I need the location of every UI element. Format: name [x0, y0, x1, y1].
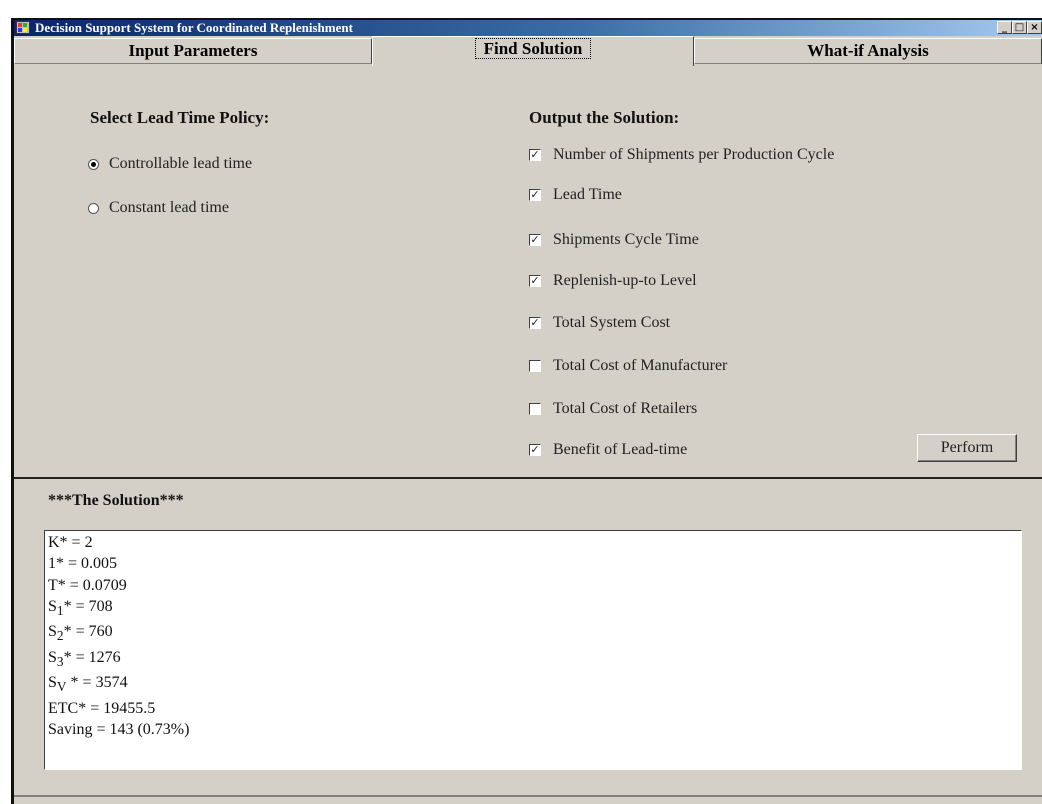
checkbox-checked-icon: [529, 189, 541, 201]
solution-text: 1* = 0.005: [48, 555, 118, 573]
checkbox-total-cost-retailers[interactable]: Total Cost of Retailers: [529, 400, 697, 418]
solution-text: * = 1276: [63, 648, 121, 666]
tab-label: Input Parameters: [128, 41, 258, 60]
app-icon: [16, 21, 30, 34]
tab-find-solution[interactable]: Find Solution: [372, 36, 694, 66]
title-bar: Decision Support System for Coordinated …: [14, 20, 1042, 36]
solution-text: Saving = 143 (0.73%): [48, 721, 190, 739]
radio-controllable-lead-time[interactable]: Controllable lead time: [88, 155, 252, 173]
solution-line-l: 1* = 0.005: [48, 553, 1018, 574]
checkbox-checked-icon: [529, 275, 541, 287]
tab-label: What-if Analysis: [807, 41, 929, 60]
radio-selected-icon: [88, 158, 99, 170]
radio-unselected-icon: [88, 202, 99, 214]
checkbox-label: Benefit of Lead-time: [553, 441, 688, 458]
solution-line-s1: S1* = 708: [48, 596, 1018, 621]
checkbox-total-system-cost[interactable]: Total System Cost: [529, 314, 670, 332]
status-bar-divider: [14, 795, 1042, 797]
checkbox-number-of-shipments[interactable]: Number of Shipments per Production Cycle: [529, 146, 834, 164]
checkbox-checked-icon: [529, 444, 541, 456]
maximize-button[interactable]: □: [1012, 21, 1027, 34]
perform-button[interactable]: Perform: [917, 434, 1017, 462]
solution-line-k: K* = 2: [48, 532, 1018, 553]
checkbox-replenish-up-to-level[interactable]: Replenish-up-to Level: [529, 272, 697, 290]
checkbox-benefit-of-lead-time[interactable]: Benefit of Lead-time: [529, 441, 687, 459]
solution-text: * = 708: [63, 597, 113, 615]
checkbox-lead-time[interactable]: Lead Time: [529, 186, 622, 204]
checkbox-label: Replenish-up-to Level: [553, 272, 697, 289]
checkbox-label: Number of Shipments per Production Cycle: [553, 146, 835, 163]
solution-text: S: [48, 597, 57, 615]
close-button[interactable]: ×: [1027, 21, 1042, 34]
solution-text: K* = 2: [48, 534, 93, 551]
window-title: Decision Support System for Coordinated …: [35, 20, 353, 35]
checkbox-checked-icon: [529, 234, 541, 246]
output-solution-title: Output the Solution:: [529, 108, 680, 127]
radio-constant-lead-time[interactable]: Constant lead time: [88, 199, 229, 217]
checkbox-total-cost-manufacturer[interactable]: Total Cost of Manufacturer: [529, 357, 727, 375]
section-divider: [14, 477, 1042, 479]
solution-line-etc: ETC* = 19455.5: [48, 698, 1018, 719]
solution-text: S: [48, 648, 57, 666]
solution-text: S: [48, 623, 57, 641]
checkbox-label: Total System Cost: [553, 314, 671, 331]
tab-what-if-analysis[interactable]: What-if Analysis: [694, 38, 1042, 64]
solution-subscript: 3: [56, 654, 64, 670]
solution-line-saving: Saving = 143 (0.73%): [48, 719, 1018, 740]
checkbox-checked-icon: [529, 317, 541, 329]
checkbox-label: Total Cost of Retailers: [553, 400, 698, 417]
tab-label: Find Solution: [474, 38, 592, 59]
solution-subscript: 1: [56, 603, 64, 619]
solution-text: * = 3574: [66, 674, 128, 692]
app-window: Decision Support System for Coordinated …: [11, 18, 1042, 804]
checkbox-unchecked-icon: [529, 360, 541, 372]
solution-line-s2: S2* = 760: [48, 621, 1018, 646]
lead-time-policy-title: Select Lead Time Policy:: [90, 108, 270, 127]
tab-strip: Input Parameters Find Solution What-if A…: [14, 36, 1042, 66]
tab-input-parameters[interactable]: Input Parameters: [14, 38, 372, 64]
radio-label: Controllable lead time: [109, 155, 253, 172]
minimize-button[interactable]: _: [997, 21, 1012, 34]
checkbox-shipments-cycle-time[interactable]: Shipments Cycle Time: [529, 231, 699, 249]
solution-line-t: T* = 0.0709: [48, 575, 1018, 596]
solution-text: T* = 0.0709: [48, 576, 127, 594]
solution-line-sv: SV * = 3574: [48, 672, 1018, 697]
solution-text: S: [48, 674, 57, 692]
solution-subscript: 2: [56, 628, 64, 644]
checkbox-label: Shipments Cycle Time: [553, 231, 699, 248]
solution-output-textbox[interactable]: K* = 2 1* = 0.005 T* = 0.0709 S1* = 708 …: [44, 530, 1022, 770]
solution-subscript: V: [56, 679, 67, 695]
checkbox-checked-icon: [529, 149, 541, 161]
checkbox-label: Total Cost of Manufacturer: [553, 357, 728, 374]
solution-text: ETC* = 19455.5: [48, 699, 156, 717]
solution-title: ***The Solution***: [48, 492, 184, 509]
checkbox-label: Lead Time: [553, 186, 622, 203]
solution-line-s3: S3* = 1276: [48, 647, 1018, 672]
radio-label: Constant lead time: [109, 199, 229, 216]
checkbox-unchecked-icon: [529, 403, 541, 415]
solution-text: * = 760: [63, 623, 113, 641]
